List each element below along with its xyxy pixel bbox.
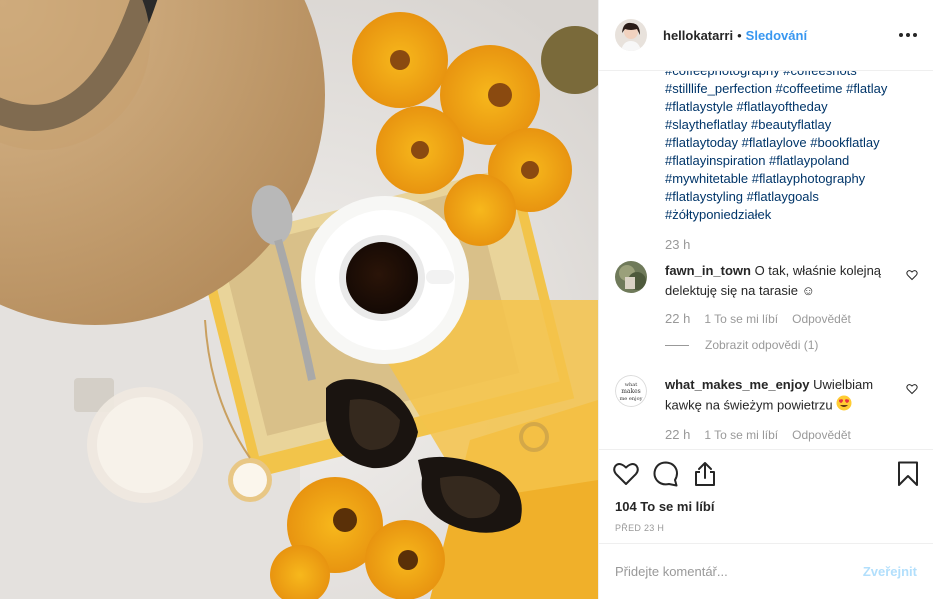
post-photo[interactable] [0, 0, 598, 599]
bookmark-icon[interactable] [897, 461, 919, 487]
hashtag-line[interactable]: #slaytheflatlay #beautyflatlay [665, 116, 920, 134]
hashtag-line[interactable]: #flatlaystyle #flatlayoftheday [665, 98, 920, 116]
hashtag-line[interactable]: #coffeephotography #coffeeshots [665, 71, 920, 80]
heart-icon[interactable] [613, 462, 639, 486]
comment-likes[interactable]: 1 To se mi líbí [704, 312, 778, 326]
replies-line [665, 344, 689, 346]
comment-likes[interactable]: 1 To se mi líbí [704, 428, 778, 442]
heart-icon[interactable] [906, 269, 918, 284]
view-replies-button[interactable]: Zobrazit odpovědi (1) [665, 338, 918, 352]
commenter-username[interactable]: what_makes_me_enjoy [665, 377, 810, 392]
reply-button[interactable]: Odpovědět [792, 428, 851, 442]
likes-count[interactable]: 104 To se mi líbí [599, 497, 933, 517]
post-timestamp[interactable]: PŘED 23 H [599, 523, 933, 537]
view-replies-label: Zobrazit odpovědi (1) [705, 338, 819, 352]
hashtag-line[interactable]: #stilllife_perfection #coffeetime #flatl… [665, 80, 920, 98]
comment-item: fawn_in_town O tak, właśnie kolejną dele… [615, 261, 918, 352]
commenter-avatar[interactable] [615, 261, 647, 293]
comment-item: what makes me enjoy what_makes_me_enjoy … [615, 375, 918, 442]
more-options-icon[interactable] [899, 27, 917, 43]
heart-eyes-emoji [836, 395, 852, 417]
post-header: hellokatarri • Sledování [599, 0, 933, 71]
heart-icon[interactable] [906, 383, 918, 398]
hashtag-line[interactable]: #flatlayinspiration #flatlaypoland [665, 152, 920, 170]
author-username[interactable]: hellokatarri [663, 28, 733, 43]
share-icon[interactable] [693, 461, 717, 487]
comment-timestamp[interactable]: 22 h [665, 311, 690, 326]
commenter-avatar[interactable]: what makes me enjoy [615, 375, 647, 407]
hashtag-line[interactable]: #mywhitetable #flatlayphotography [665, 170, 920, 188]
caption-timestamp[interactable]: 23 h [665, 237, 690, 252]
comment-timestamp[interactable]: 22 h [665, 427, 690, 442]
commenter-username[interactable]: fawn_in_town [665, 263, 751, 278]
reply-button[interactable]: Odpovědět [792, 312, 851, 326]
comment-input[interactable] [615, 564, 863, 579]
author-avatar[interactable] [615, 19, 647, 51]
avatar-logo-word: me enjoy [620, 396, 643, 402]
hashtag-line[interactable]: #flatlaystyling #flatlaygoals [665, 188, 920, 206]
comments-section[interactable]: #coffeephotography #coffeeshots #stillli… [599, 71, 933, 449]
post-comment-button[interactable]: Zveřejnit [863, 564, 917, 579]
comment-icon[interactable] [653, 461, 679, 487]
hashtag-line[interactable]: #żółtyponiedziałek [665, 206, 920, 224]
follow-button[interactable]: Sledování [746, 28, 807, 43]
hashtag-line[interactable]: #flatlaytoday #flatlaylove #bookflatlay [665, 134, 920, 152]
caption-hashtags: #coffeephotography #coffeeshots #stillli… [665, 71, 920, 224]
avatar-logo-word: makes [621, 388, 641, 395]
post-sidebar: hellokatarri • Sledování #coffeephotogra… [598, 0, 933, 599]
post-actions [599, 449, 933, 497]
instagram-post: hellokatarri • Sledování #coffeephotogra… [0, 0, 933, 599]
header-separator: • [737, 27, 742, 43]
flatlay-image [0, 0, 598, 599]
add-comment-bar: Zveřejnit [599, 543, 933, 599]
